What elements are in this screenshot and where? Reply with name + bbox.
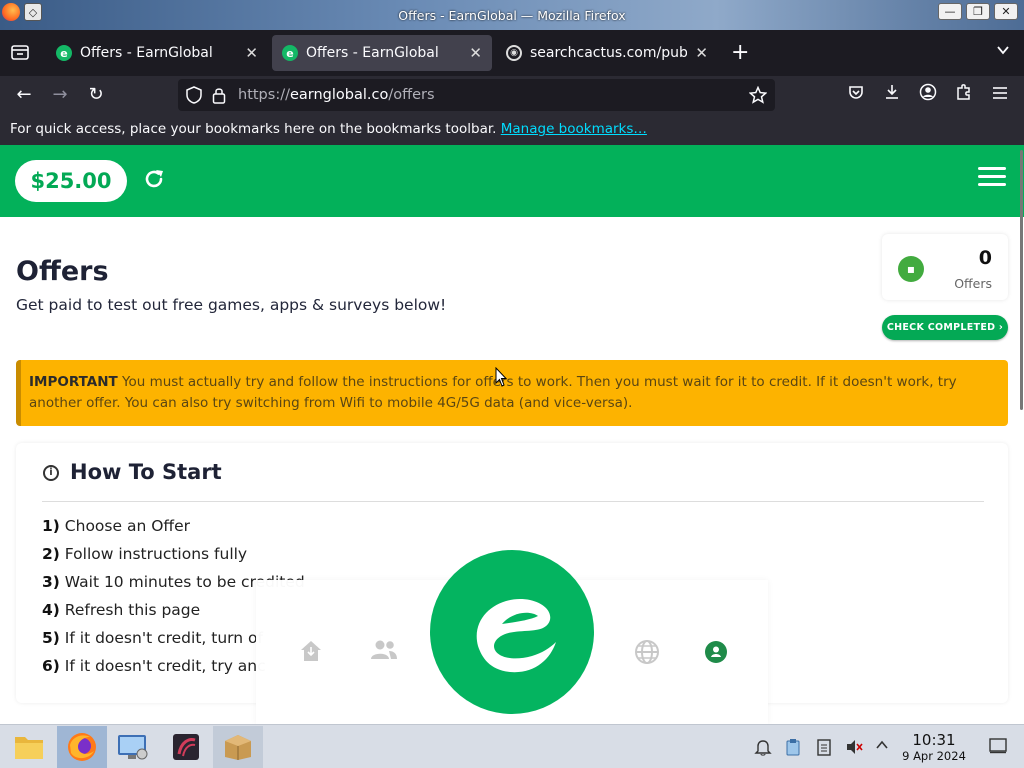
menu-icon[interactable] <box>988 83 1012 107</box>
show-desktop-icon[interactable] <box>989 738 1007 756</box>
url-text[interactable]: https://earnglobal.co/offers <box>238 87 435 103</box>
address-bar[interactable]: https://earnglobal.co/offers <box>178 79 775 111</box>
notes-icon[interactable] <box>815 738 833 756</box>
bottom-navigation <box>256 550 768 724</box>
close-icon[interactable]: ✕ <box>695 44 708 62</box>
terminal-app-icon[interactable] <box>161 726 211 768</box>
lock-icon[interactable] <box>212 86 226 108</box>
navigation-toolbar: ← → ↻ https://earnglobal.co/offers <box>0 76 1024 114</box>
reload-icon[interactable]: ↻ <box>84 83 108 107</box>
profile-icon[interactable] <box>705 641 727 663</box>
forward-icon[interactable]: → <box>48 83 72 107</box>
earnglobal-logo[interactable] <box>430 550 594 714</box>
maximize-button[interactable]: ❐ <box>966 3 990 20</box>
tab-list-chevron-down-icon[interactable] <box>996 42 1010 61</box>
alert-text: You must actually try and follow the ins… <box>29 374 957 411</box>
tab-label: Offers - EarnGlobal <box>80 45 213 61</box>
window-titlebar: ◇ Offers - EarnGlobal — Mozilla Firefox … <box>0 0 1024 30</box>
site-header: $25.00 <box>0 145 1024 217</box>
system-settings-icon[interactable] <box>108 726 158 768</box>
tabs-list: e Offers - EarnGlobal ✕ e Offers - EarnG… <box>0 30 1024 76</box>
tab-label: searchcactus.com/publis <box>530 45 688 61</box>
mouse-cursor-icon <box>495 366 508 387</box>
alarm-bell-icon[interactable] <box>754 738 772 756</box>
hamburger-menu-icon[interactable] <box>978 167 1006 189</box>
close-window-button[interactable]: ✕ <box>994 3 1018 20</box>
check-completed-label: CHECK COMPLETED <box>886 322 996 333</box>
offers-count: 0 <box>978 247 992 269</box>
home-icon[interactable] <box>298 639 324 665</box>
page-scrollbar[interactable] <box>1019 145 1024 724</box>
alert-label: IMPORTANT <box>29 374 118 390</box>
close-icon[interactable]: ✕ <box>245 44 258 62</box>
account-icon[interactable] <box>916 83 940 107</box>
users-icon[interactable] <box>370 639 397 665</box>
divider <box>42 501 984 502</box>
tab-searchcactus[interactable]: ◉ searchcactus.com/publis ✕ <box>496 35 718 71</box>
chevron-up-icon[interactable] <box>873 738 891 756</box>
important-alert: IMPORTANT You must actually try and foll… <box>16 360 1008 426</box>
window-title: Offers - EarnGlobal — Mozilla Firefox <box>398 8 626 23</box>
how-to-title: How To Start <box>70 460 222 484</box>
clock-date[interactable]: 9 Apr 2024 <box>896 749 972 763</box>
tab-bar: e Offers - EarnGlobal ✕ e Offers - EarnG… <box>0 30 1024 76</box>
tab-label: Offers - EarnGlobal <box>306 45 439 61</box>
clipboard-icon[interactable] <box>784 738 802 756</box>
new-tab-icon[interactable]: + <box>731 40 749 65</box>
scrollbar-thumb[interactable] <box>1020 150 1023 410</box>
balance-pill[interactable]: $25.00 <box>15 160 127 202</box>
tab-offers-2[interactable]: e Offers - EarnGlobal ✕ <box>272 35 492 71</box>
info-icon: i <box>43 465 59 481</box>
page-title: Offers <box>16 256 109 287</box>
searchcactus-icon: ◉ <box>506 45 522 61</box>
step-item: 2) Follow instructions fully <box>42 545 248 563</box>
earnglobal-icon: e <box>56 45 72 61</box>
close-icon[interactable]: ✕ <box>469 44 482 62</box>
earnglobal-icon: e <box>282 45 298 61</box>
page-content: $25.00 Offers Get paid to test out free … <box>0 145 1024 724</box>
file-manager-icon[interactable] <box>4 726 54 768</box>
tab-offers-1[interactable]: e Offers - EarnGlobal ✕ <box>46 35 268 71</box>
back-icon[interactable]: ← <box>12 83 36 107</box>
refresh-icon[interactable] <box>140 167 168 195</box>
taskbar: 10:31 9 Apr 2024 <box>0 724 1024 768</box>
shield-icon[interactable] <box>186 86 202 108</box>
clock-time[interactable]: 10:31 <box>900 731 968 749</box>
offers-icon: ▪ <box>898 256 924 282</box>
bookmarks-hint: For quick access, place your bookmarks h… <box>10 121 497 137</box>
step-item: 1) Choose an Offer <box>42 517 190 535</box>
offers-counter-card: ▪ 0 Offers <box>882 234 1008 300</box>
manage-bookmarks-link[interactable]: Manage bookmarks… <box>501 121 647 137</box>
check-completed-button[interactable]: CHECK COMPLETED › <box>882 315 1008 340</box>
bookmark-star-icon[interactable] <box>748 85 768 108</box>
page-subtitle: Get paid to test out free games, apps & … <box>16 296 447 314</box>
globe-icon[interactable] <box>634 639 660 665</box>
bookmarks-toolbar: For quick access, place your bookmarks h… <box>0 114 1024 145</box>
downloads-icon[interactable] <box>880 83 904 107</box>
firefox-taskbar-icon[interactable] <box>57 726 107 768</box>
volume-muted-icon[interactable] <box>845 738 863 756</box>
extensions-icon[interactable] <box>952 83 976 107</box>
pocket-icon[interactable] <box>844 83 868 107</box>
minimize-button[interactable]: — <box>938 3 962 20</box>
offers-label: Offers <box>954 276 992 291</box>
archive-manager-icon[interactable] <box>213 726 263 768</box>
